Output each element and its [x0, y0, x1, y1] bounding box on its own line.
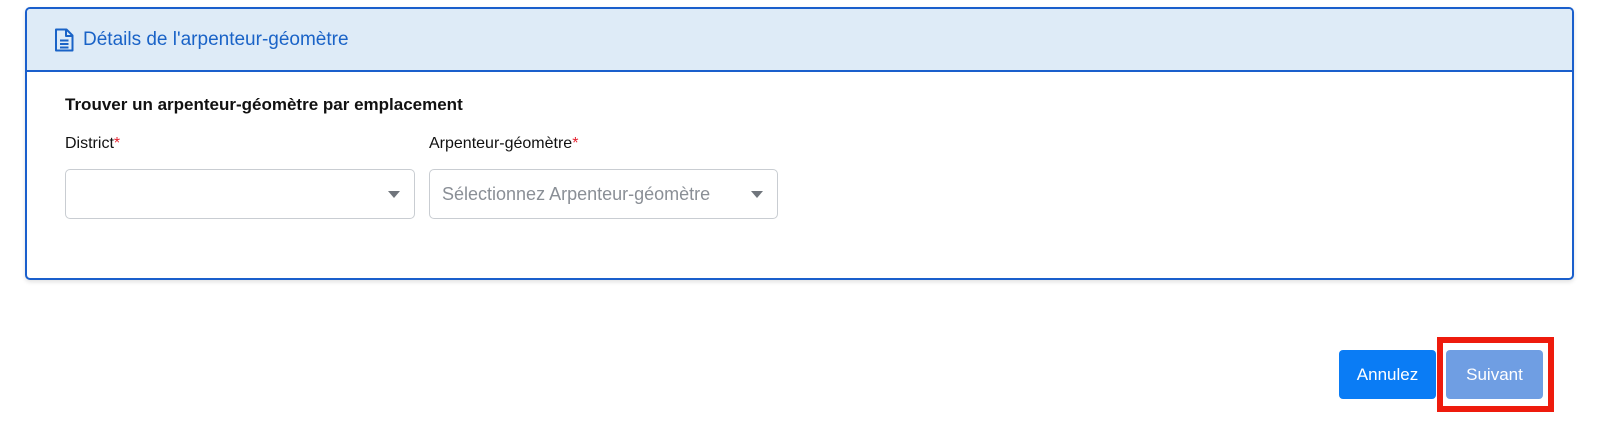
document-icon	[54, 28, 74, 52]
required-mark: *	[572, 135, 579, 152]
card-title: Détails de l'arpenteur-géomètre	[83, 28, 349, 50]
district-label-text: District	[65, 135, 114, 152]
surveyor-label: Arpenteur-géomètre*	[429, 135, 778, 157]
chevron-down-icon	[388, 191, 400, 198]
district-label: District*	[65, 135, 415, 157]
district-field: District*	[65, 135, 415, 219]
surveyor-field: Arpenteur-géomètre* Sélectionnez Arpente…	[429, 135, 778, 219]
surveyor-select-placeholder: Sélectionnez Arpenteur-géomètre	[442, 183, 711, 204]
chevron-down-icon	[751, 191, 763, 198]
surveyor-details-card: Détails de l'arpenteur-géomètre Trouver …	[25, 7, 1574, 280]
section-title: Trouver un arpenteur-géomètre par emplac…	[65, 95, 463, 114]
district-select[interactable]	[65, 169, 415, 219]
required-mark: *	[113, 135, 121, 152]
next-button[interactable]: Suivant	[1446, 350, 1543, 399]
surveyor-select[interactable]: Sélectionnez Arpenteur-géomètre	[429, 169, 778, 219]
surveyor-label-text: Arpenteur-géomètre	[429, 135, 573, 152]
card-header: Détails de l'arpenteur-géomètre	[27, 9, 1572, 72]
cancel-button[interactable]: Annulez	[1339, 350, 1436, 399]
